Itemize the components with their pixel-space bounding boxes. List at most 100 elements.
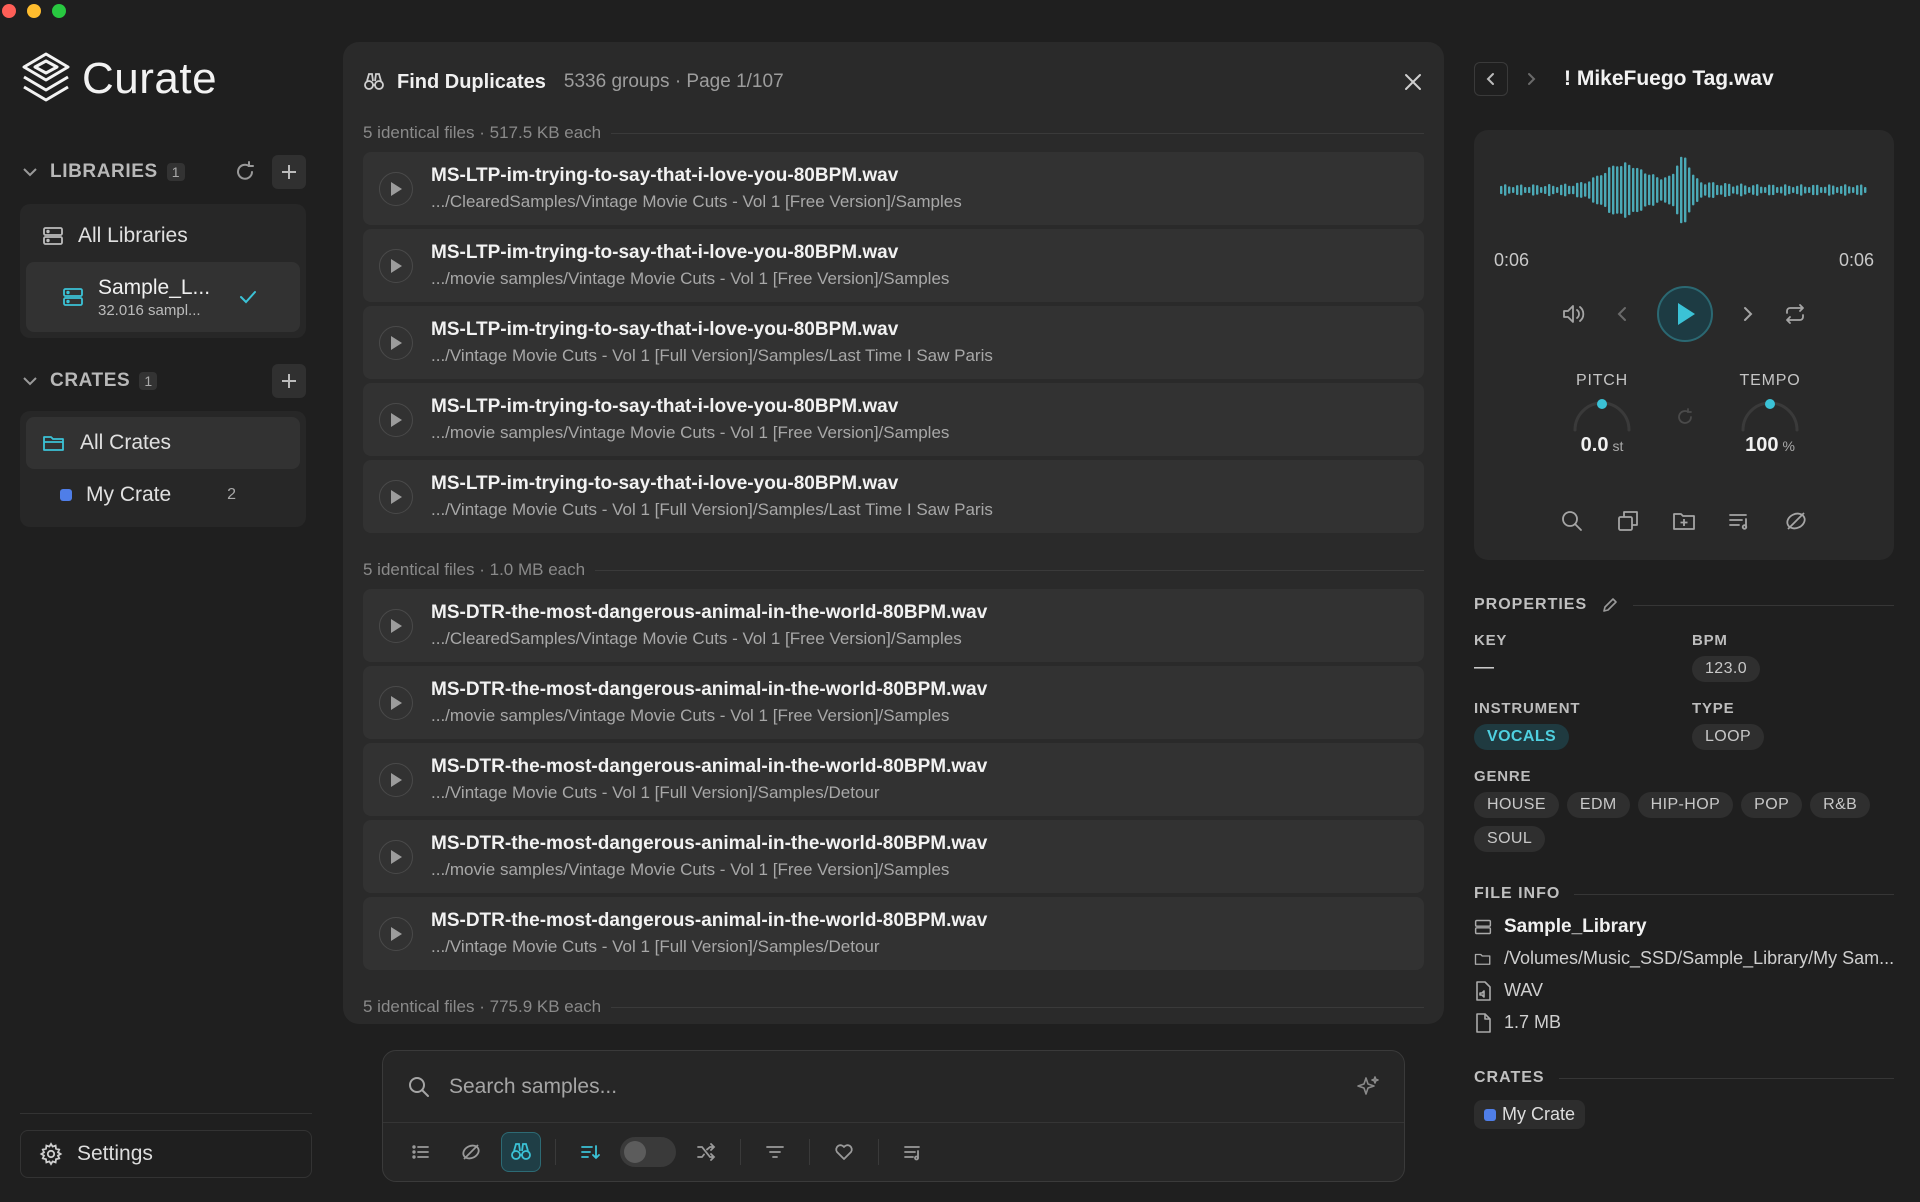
settings-button[interactable]: Settings <box>20 1130 312 1178</box>
genre-chip[interactable]: POP <box>1741 792 1803 818</box>
waveform-bar <box>1692 174 1695 206</box>
waveform-bar <box>1816 184 1819 196</box>
tempo-label: TEMPO <box>1739 372 1801 389</box>
play-button[interactable] <box>379 762 413 797</box>
playlist-icon[interactable] <box>893 1132 933 1172</box>
folder-icon <box>1474 953 1491 965</box>
sort-icon[interactable] <box>570 1132 610 1172</box>
chevron-down-icon[interactable] <box>20 371 42 391</box>
checkmark-icon <box>240 291 257 304</box>
copy-icon[interactable] <box>1615 508 1641 534</box>
group-label-text: 5 identical files · 775.9 KB each <box>363 997 602 1016</box>
find-duplicates-button[interactable] <box>501 1132 541 1172</box>
waveform-bar <box>1788 185 1791 195</box>
previous-icon[interactable] <box>1613 304 1631 324</box>
file-path: .../Vintage Movie Cuts - Vol 1 [Full Ver… <box>431 500 993 519</box>
waveform-bar <box>1812 184 1815 196</box>
crate-color-swatch <box>1484 1108 1496 1121</box>
duplicate-file-row[interactable]: MS-LTP-im-trying-to-say-that-i-love-you-… <box>363 460 1424 533</box>
search-input[interactable] <box>449 1074 1338 1099</box>
play-button[interactable] <box>379 685 413 720</box>
back-button[interactable] <box>1474 62 1508 96</box>
genre-chip[interactable]: EDM <box>1566 792 1630 818</box>
waveform-bar <box>1696 178 1699 202</box>
waveform-bar <box>1792 187 1795 193</box>
file-path: .../movie samples/Vintage Movie Cuts - V… <box>431 706 950 725</box>
play-button[interactable] <box>379 248 413 283</box>
chevron-down-icon[interactable] <box>20 162 42 182</box>
search-icon[interactable] <box>1559 508 1585 534</box>
duplicate-file-row[interactable]: MS-DTR-the-most-dangerous-animal-in-the-… <box>363 589 1424 662</box>
list-view-icon[interactable] <box>401 1132 441 1172</box>
file-name: MS-DTR-the-most-dangerous-animal-in-the-… <box>431 833 988 854</box>
play-button[interactable] <box>379 479 413 514</box>
duplicate-file-row[interactable]: MS-LTP-im-trying-to-say-that-i-love-you-… <box>363 306 1424 379</box>
pitch-knob[interactable]: PITCH 0.0 st <box>1552 372 1652 457</box>
reset-icon[interactable] <box>1676 408 1694 426</box>
file-name: MS-LTP-im-trying-to-say-that-i-love-you-… <box>431 396 899 417</box>
tempo-dial[interactable] <box>1737 396 1803 434</box>
play-button[interactable] <box>379 916 413 951</box>
genre-chip[interactable]: HIP-HOP <box>1637 792 1734 818</box>
type-chip[interactable]: LOOP <box>1692 724 1765 750</box>
play-button[interactable] <box>1657 286 1713 342</box>
play-button[interactable] <box>379 171 413 206</box>
similar-icon[interactable] <box>1783 508 1809 534</box>
genre-chip[interactable]: SOUL <box>1474 826 1546 852</box>
app-logo: Curate <box>20 50 217 108</box>
duplicate-file-row[interactable]: MS-DTR-the-most-dangerous-animal-in-the-… <box>363 743 1424 816</box>
add-library-button[interactable] <box>272 155 306 189</box>
play-button[interactable] <box>379 839 413 874</box>
genre-chip[interactable]: HOUSE <box>1474 792 1559 818</box>
file-format-row: WAV <box>1474 980 1543 1001</box>
close-icon[interactable] <box>1402 71 1424 93</box>
shuffle-icon[interactable] <box>686 1132 726 1172</box>
crate-chip[interactable]: My Crate <box>1474 1100 1586 1129</box>
play-button[interactable] <box>379 402 413 437</box>
add-to-playlist-icon[interactable] <box>1727 508 1753 534</box>
loop-icon[interactable] <box>1783 303 1807 325</box>
add-to-folder-icon[interactable] <box>1671 508 1697 534</box>
genre-chip[interactable]: R&B <box>1810 792 1871 818</box>
all-crates-item[interactable]: All Crates <box>26 417 300 469</box>
edit-icon[interactable] <box>1601 596 1619 614</box>
waveform-bar <box>1632 167 1635 212</box>
tempo-value: 100 <box>1745 434 1779 456</box>
waveform-bar <box>1840 185 1843 194</box>
instrument-chip[interactable]: VOCALS <box>1474 724 1570 750</box>
tempo-knob[interactable]: TEMPO 100% <box>1720 372 1820 457</box>
play-button[interactable] <box>379 608 413 643</box>
gear-icon <box>39 1142 63 1166</box>
file-format: WAV <box>1504 980 1543 1000</box>
waveform-bar <box>1804 186 1807 194</box>
heart-icon[interactable] <box>824 1132 864 1172</box>
add-crate-button[interactable] <box>272 364 306 398</box>
similar-icon[interactable] <box>451 1132 491 1172</box>
all-libraries-label: All Libraries <box>78 224 188 247</box>
sparkle-icon[interactable] <box>1356 1075 1380 1099</box>
duplicate-file-row[interactable]: MS-LTP-im-trying-to-say-that-i-love-you-… <box>363 152 1424 225</box>
waveform[interactable] <box>1500 154 1870 226</box>
all-libraries-item[interactable]: All Libraries <box>26 210 300 262</box>
duplicate-file-row[interactable]: MS-LTP-im-trying-to-say-that-i-love-you-… <box>363 383 1424 456</box>
waveform-bar <box>1564 183 1567 197</box>
play-button[interactable] <box>379 325 413 360</box>
sample-detail-panel: ! MikeFuego Tag.wav 0:06 0:06 PITCH 0.0 … <box>1474 0 1920 1202</box>
duplicate-file-row[interactable]: MS-DTR-the-most-dangerous-animal-in-the-… <box>363 897 1424 970</box>
volume-icon[interactable] <box>1561 302 1587 326</box>
duplicates-title: Find Duplicates <box>397 70 546 93</box>
pitch-dial[interactable] <box>1569 396 1635 434</box>
refresh-icon[interactable] <box>228 155 262 189</box>
filter-icon[interactable] <box>755 1132 795 1172</box>
library-item-sample-library[interactable]: Sample_L... 32.016 sampl... <box>26 262 300 332</box>
duplicate-file-row[interactable]: MS-DTR-the-most-dangerous-animal-in-the-… <box>363 820 1424 893</box>
duplicate-file-row[interactable]: MS-DTR-the-most-dangerous-animal-in-the-… <box>363 666 1424 739</box>
forward-button[interactable] <box>1514 62 1548 96</box>
waveform-bar <box>1684 157 1687 223</box>
next-icon[interactable] <box>1739 304 1757 324</box>
duplicate-file-row[interactable]: MS-LTP-im-trying-to-say-that-i-love-you-… <box>363 229 1424 302</box>
file-path-row[interactable]: /Volumes/Music_SSD/Sample_Library/My Sam… <box>1474 948 1894 969</box>
crate-item-my-crate[interactable]: My Crate 2 <box>26 469 300 521</box>
bpm-chip[interactable]: 123.0 <box>1692 656 1761 682</box>
sort-toggle[interactable] <box>620 1137 676 1167</box>
